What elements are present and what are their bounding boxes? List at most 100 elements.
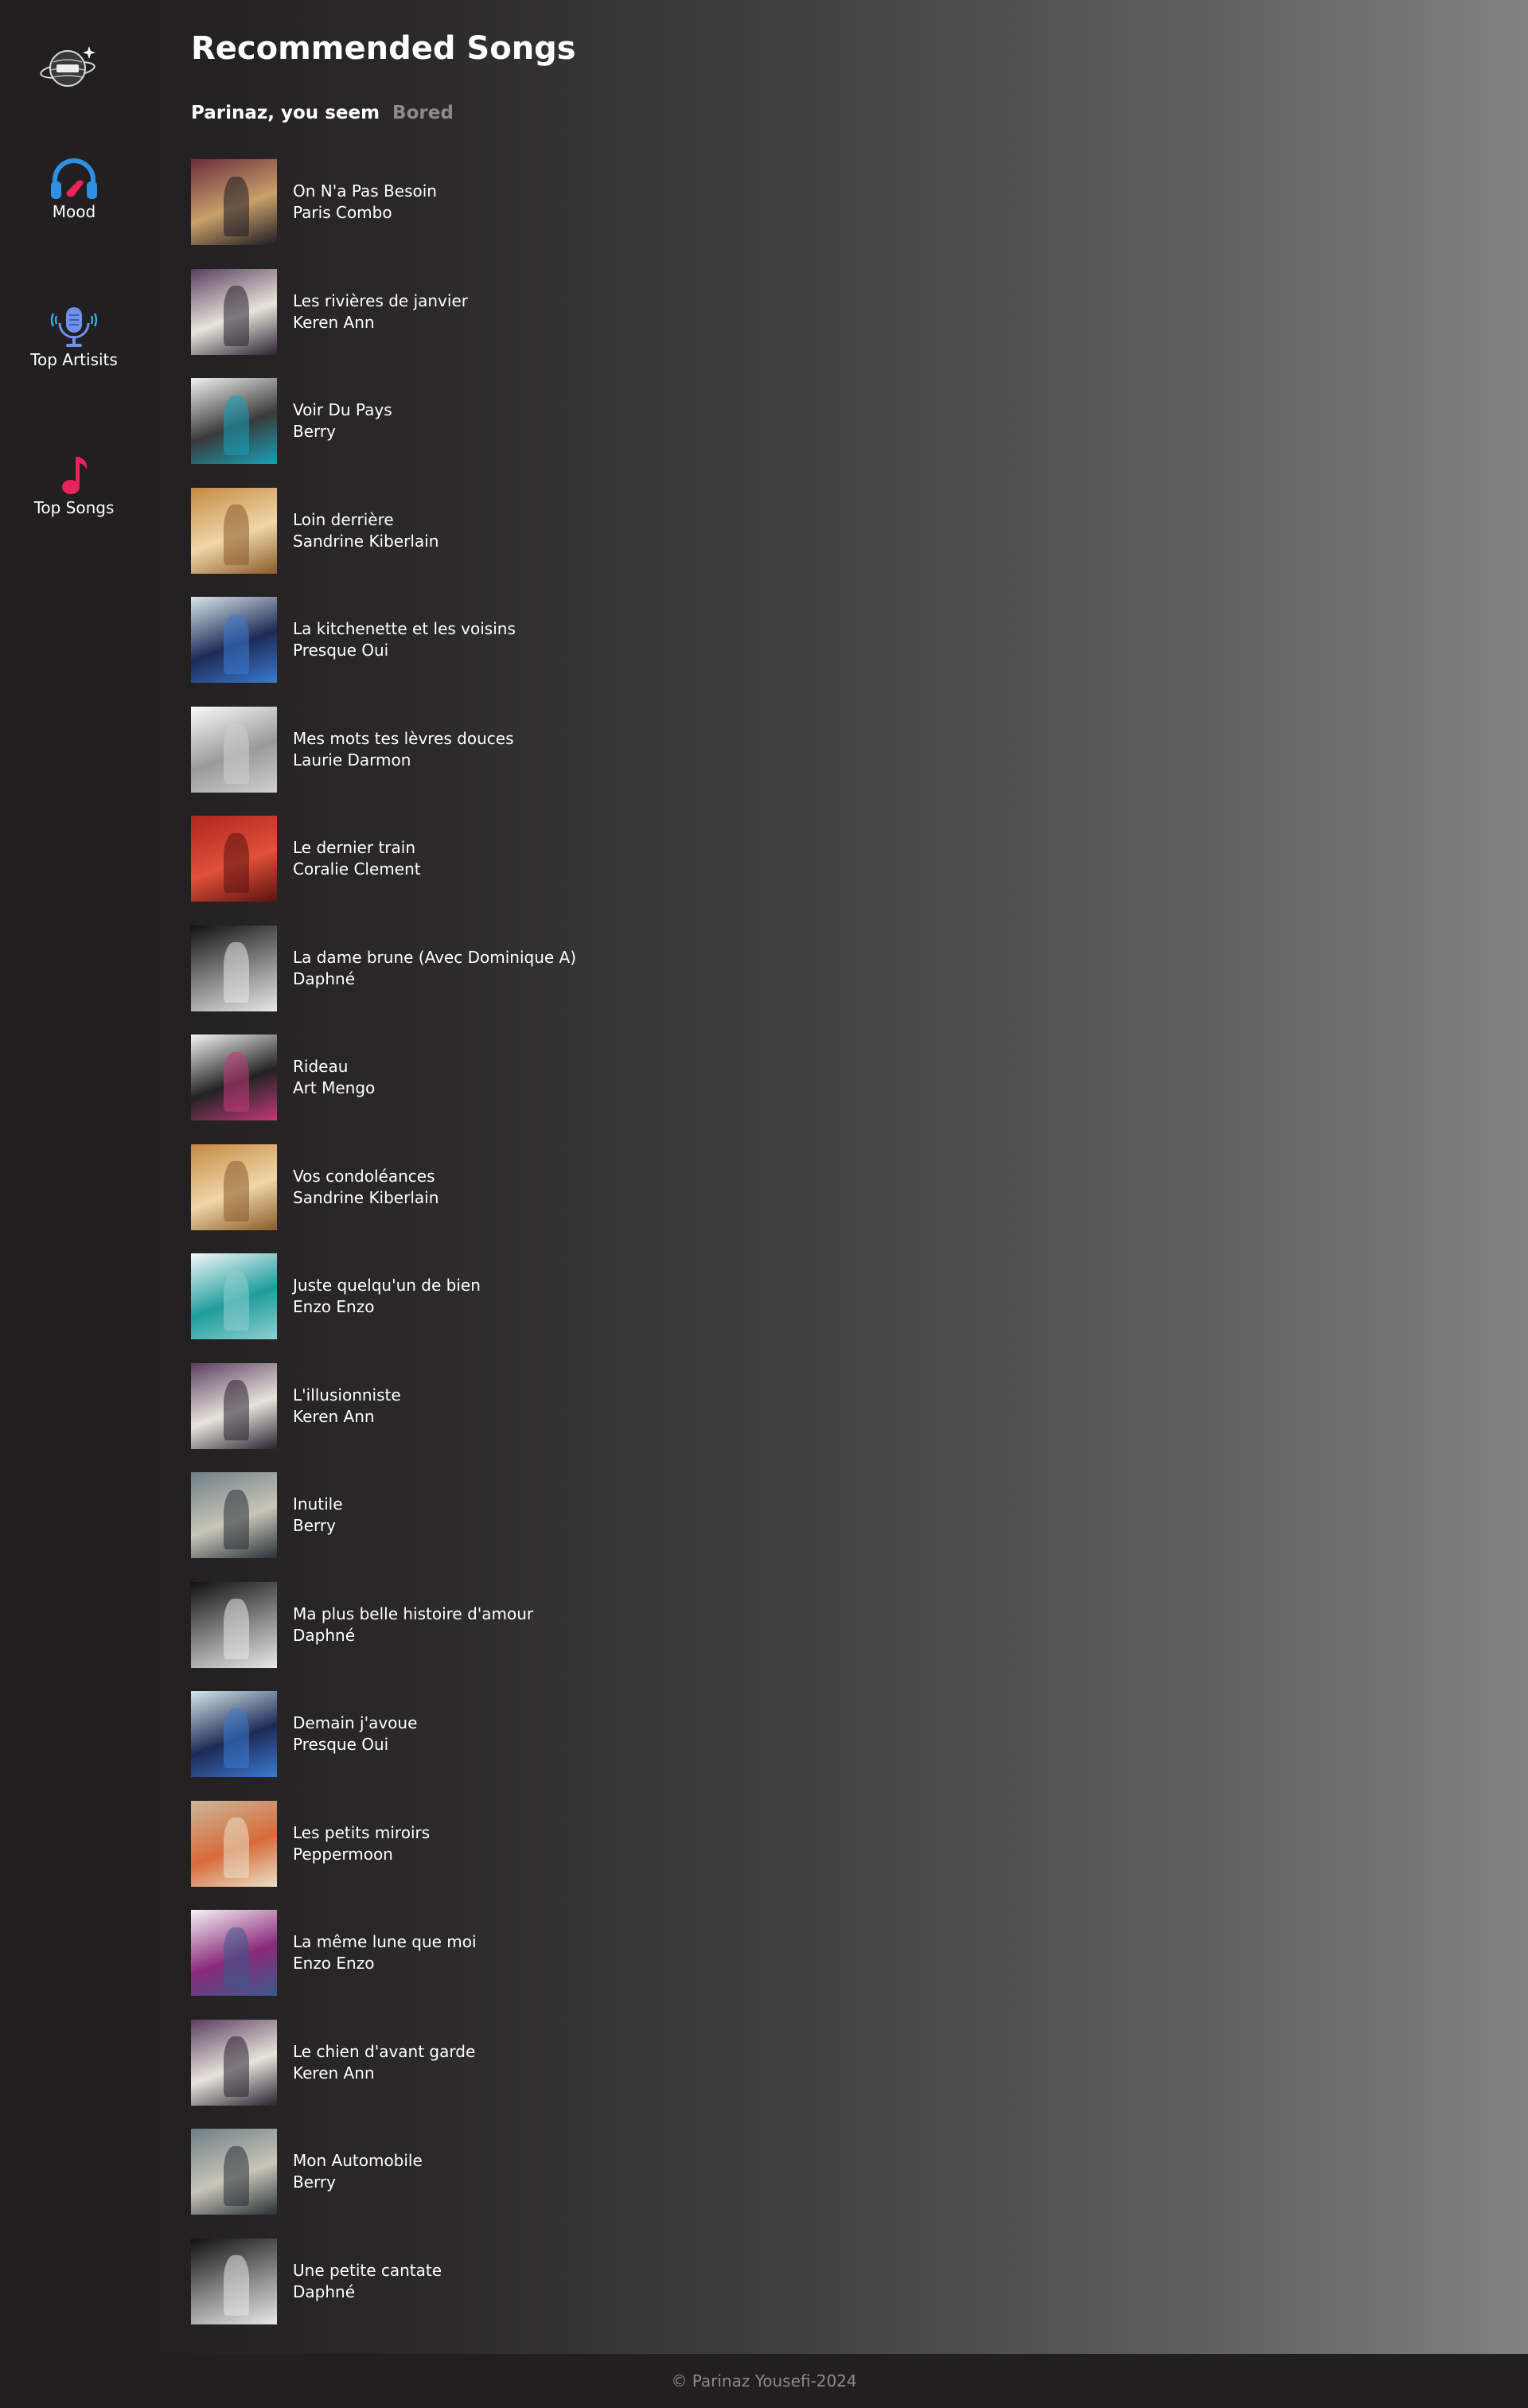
song-row[interactable]: Les petits miroirs Peppermoon: [191, 1800, 576, 1887]
main-panel: Recommended Songs Parinaz, you seem Bored…: [148, 0, 1528, 2354]
song-row[interactable]: Le dernier train Coralie Clement: [191, 816, 576, 902]
mood-summary: Parinaz, you seem Bored: [191, 103, 454, 123]
album-cover: [191, 597, 277, 683]
album-cover: [191, 1035, 277, 1120]
sidebar: Mood Top Artisits Top Songs: [0, 0, 148, 2354]
song-title: Inutile: [293, 1494, 343, 1514]
nav-item-top-artists[interactable]: Top Artisits: [0, 306, 148, 369]
song-title: Le chien d'avant garde: [293, 2041, 476, 2061]
song-row[interactable]: La kitchenette et les voisins Presque Oui: [191, 597, 576, 683]
song-title: On N'a Pas Besoin: [293, 181, 437, 201]
song-artist: Enzo Enzo: [293, 1954, 375, 1973]
song-meta: Demain j'avoue Presque Oui: [293, 1712, 417, 1755]
song-row[interactable]: Le chien d'avant garde Keren Ann: [191, 2019, 576, 2106]
song-artist: Berry: [293, 422, 336, 441]
song-title: Les rivières de janvier: [293, 290, 468, 310]
song-title: Les petits miroirs: [293, 1822, 431, 1842]
song-title: Juste quelqu'un de bien: [293, 1276, 481, 1295]
song-row[interactable]: Demain j'avoue Presque Oui: [191, 1691, 576, 1777]
copyright-text: © Parinaz Yousefi-2024: [671, 2371, 857, 2390]
mood-value: Bored: [392, 103, 454, 123]
song-title: Rideau: [293, 1057, 349, 1076]
nav-label-top-artists: Top Artisits: [30, 350, 118, 369]
song-row[interactable]: Mes mots tes lèvres douces Laurie Darmon: [191, 706, 576, 793]
song-row[interactable]: Juste quelqu'un de bien Enzo Enzo: [191, 1253, 576, 1339]
song-row[interactable]: Rideau Art Mengo: [191, 1035, 576, 1120]
song-row[interactable]: La même lune que moi Enzo Enzo: [191, 1910, 576, 1996]
song-row[interactable]: Inutile Berry: [191, 1472, 576, 1558]
song-row[interactable]: Une petite cantate Daphné: [191, 2238, 576, 2324]
song-title: La kitchenette et les voisins: [293, 619, 516, 638]
song-title: Ma plus belle histoire d'amour: [293, 1603, 534, 1623]
song-artist: Laurie Darmon: [293, 750, 411, 770]
song-row[interactable]: Loin derrière Sandrine Kiberlain: [191, 487, 576, 574]
album-cover: [191, 159, 277, 245]
microphone-icon: [49, 306, 99, 349]
song-meta: On N'a Pas Besoin Paris Combo: [293, 181, 437, 224]
song-row[interactable]: Mon Automobile Berry: [191, 2129, 576, 2215]
song-artist: Daphné: [293, 968, 356, 988]
song-meta: Rideau Art Mengo: [293, 1056, 375, 1099]
song-artist: Keren Ann: [293, 2063, 375, 2083]
song-meta: Mon Automobile Berry: [293, 2150, 423, 2193]
song-artist: Peppermoon: [293, 1844, 393, 1864]
album-cover: [191, 816, 277, 902]
nav-item-top-songs[interactable]: Top Songs: [0, 454, 148, 517]
song-row[interactable]: Vos condoléances Sandrine Kiberlain: [191, 1144, 576, 1230]
song-title: La même lune que moi: [293, 1932, 477, 1951]
nav-label-mood: Mood: [52, 202, 96, 221]
song-row[interactable]: Ma plus belle histoire d'amour Daphné: [191, 1581, 576, 1668]
song-title: Une petite cantate: [293, 2260, 442, 2280]
song-title: Le dernier train: [293, 838, 415, 857]
song-meta: Inutile Berry: [293, 1494, 343, 1537]
song-artist: Keren Ann: [293, 1406, 375, 1426]
song-artist: Berry: [293, 1516, 336, 1535]
song-artist: Paris Combo: [293, 203, 392, 222]
song-row[interactable]: Voir Du Pays Berry: [191, 378, 576, 464]
album-cover: [191, 1800, 277, 1887]
song-title: Voir Du Pays: [293, 400, 392, 419]
song-meta: La dame brune (Avec Dominique A) Daphné: [293, 947, 576, 990]
album-cover: [191, 487, 277, 574]
headphones-icon: [49, 158, 99, 201]
song-artist: Presque Oui: [293, 641, 389, 660]
song-meta: Voir Du Pays Berry: [293, 399, 392, 442]
music-note-icon: [49, 454, 99, 497]
song-artist: Coralie Clement: [293, 859, 421, 879]
song-artist: Sandrine Kiberlain: [293, 531, 439, 551]
nav-label-top-songs: Top Songs: [33, 498, 115, 517]
song-artist: Art Mengo: [293, 1078, 376, 1097]
album-cover: [191, 2019, 277, 2106]
album-cover: [191, 1691, 277, 1777]
album-cover: [191, 2238, 277, 2324]
album-cover: [191, 706, 277, 793]
nav-item-mood[interactable]: Mood: [0, 158, 148, 221]
song-list: On N'a Pas Besoin Paris Combo Les rivières…: [191, 159, 576, 2348]
mood-greeting: Parinaz, you seem: [191, 103, 380, 123]
song-meta: La même lune que moi Enzo Enzo: [293, 1931, 477, 1974]
album-cover: [191, 925, 277, 1011]
song-artist: Daphné: [293, 2281, 356, 2301]
page-title: Recommended Songs: [191, 30, 576, 67]
song-artist: Keren Ann: [293, 312, 375, 332]
song-title: Demain j'avoue: [293, 1713, 418, 1732]
album-cover: [191, 1472, 277, 1558]
song-title: Vos condoléances: [293, 1166, 435, 1186]
song-meta: Le chien d'avant garde Keren Ann: [293, 2041, 475, 2084]
song-row[interactable]: On N'a Pas Besoin Paris Combo: [191, 159, 576, 245]
song-row[interactable]: Les rivières de janvier Keren Ann: [191, 268, 576, 355]
song-meta: Les petits miroirs Peppermoon: [293, 1822, 430, 1865]
album-cover: [191, 378, 277, 464]
logo-icon[interactable]: [39, 41, 99, 92]
song-artist: Berry: [293, 2172, 336, 2192]
song-title: Mon Automobile: [293, 2151, 423, 2170]
song-meta: Ma plus belle histoire d'amour Daphné: [293, 1603, 533, 1646]
song-row[interactable]: L'illusionniste Keren Ann: [191, 1362, 576, 1449]
song-artist: Sandrine Kiberlain: [293, 1187, 439, 1207]
song-meta: Une petite cantate Daphné: [293, 2260, 442, 2303]
album-cover: [191, 1362, 277, 1449]
song-meta: Loin derrière Sandrine Kiberlain: [293, 509, 439, 552]
song-meta: Les rivières de janvier Keren Ann: [293, 290, 468, 333]
album-cover: [191, 1910, 277, 1996]
song-row[interactable]: La dame brune (Avec Dominique A) Daphné: [191, 925, 576, 1011]
